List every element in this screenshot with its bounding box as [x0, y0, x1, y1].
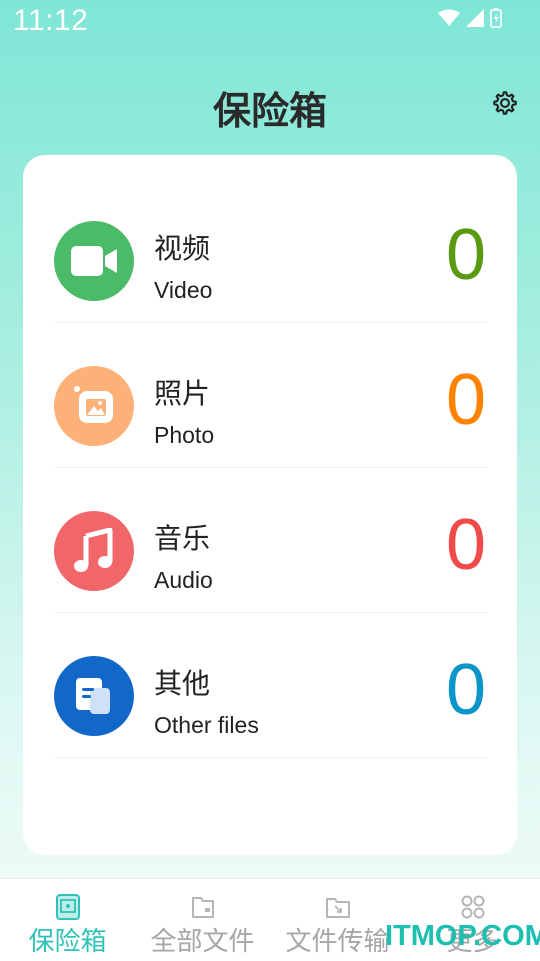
photo-label-en: Photo: [154, 422, 215, 448]
category-audio[interactable]: 音乐 Audio 0: [54, 467, 486, 613]
watermark: ITMOP.COM: [385, 920, 540, 952]
audio-count: 0: [445, 505, 486, 585]
status-time: 11:12: [13, 4, 89, 37]
battery-icon: [490, 8, 502, 28]
audio-label-cn: 音乐: [154, 522, 211, 555]
photo-icon-circle: [54, 366, 134, 446]
photo-icon: [74, 386, 113, 423]
settings-button[interactable]: [488, 86, 522, 120]
video-count: 0: [445, 215, 486, 295]
music-note-icon: [74, 528, 113, 572]
category-video[interactable]: 视频 Video 0: [54, 177, 486, 323]
title-bar: 保险箱: [0, 70, 540, 140]
video-label-en: Video: [154, 277, 213, 303]
audio-label-en: Audio: [154, 567, 213, 593]
status-bar: 11:12: [0, 0, 540, 46]
video-camera-icon: [71, 246, 117, 276]
nav-tab-all-files[interactable]: 全部文件: [135, 879, 270, 961]
category-photo[interactable]: 照片 Photo 0: [54, 322, 486, 468]
video-icon-circle: [54, 221, 134, 301]
photo-label-cn: 照片: [154, 377, 211, 410]
other-icon-circle: [54, 656, 134, 736]
safe-icon: [55, 894, 80, 920]
folder-icon: [191, 897, 214, 918]
transfer-icon: [325, 898, 350, 918]
wifi-icon: [438, 9, 460, 26]
other-count: 0: [445, 650, 486, 730]
audio-icon-circle: [54, 511, 134, 591]
signal-icon: [466, 9, 484, 27]
document-icon: [76, 678, 110, 714]
other-label-cn: 其他: [154, 667, 211, 700]
page-title: 保险箱: [212, 89, 327, 133]
vault-card: 视频 Video 0 照片 Photo 0 音乐 Audio 0 其他 Othe…: [23, 155, 517, 855]
nav-tab-safe[interactable]: 保险箱: [0, 879, 135, 961]
gear-icon: [493, 91, 517, 115]
photo-count: 0: [445, 360, 486, 440]
status-icons: [438, 8, 502, 28]
video-label-cn: 视频: [154, 232, 211, 265]
grid-icon: [461, 895, 484, 919]
nav-label-safe: 保险箱: [28, 927, 107, 957]
nav-label-all-files: 全部文件: [150, 927, 255, 957]
category-other[interactable]: 其他 Other files 0: [54, 612, 486, 758]
other-label-en: Other files: [154, 712, 259, 738]
